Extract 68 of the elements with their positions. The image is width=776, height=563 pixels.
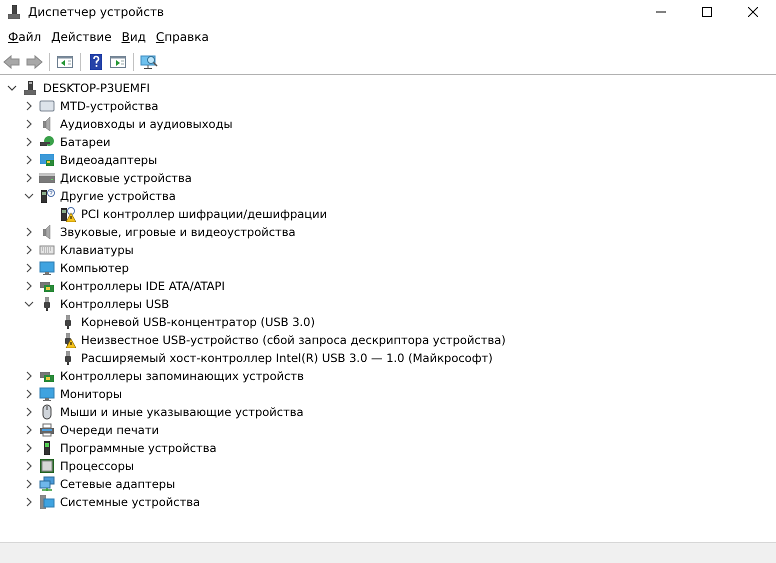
expand-chevron-icon[interactable] [24,155,34,165]
properties-icon[interactable] [56,53,74,71]
tree-item[interactable]: Аудиовходы и аудиовыходы [60,117,233,131]
tree-item[interactable]: Сетевые адаптеры [60,477,176,491]
tree-item[interactable]: Системные устройства [60,495,200,509]
expand-chevron-icon[interactable] [24,443,34,453]
tree-item[interactable]: Клавиатуры [60,243,134,257]
tree-item[interactable]: Процессоры [60,459,134,473]
tree-item[interactable]: Мыши и иные указывающие устройства [60,405,304,419]
system-icon [39,494,55,510]
tree-item[interactable]: Мониторы [60,387,122,401]
maximize-icon [702,7,712,17]
storage-icon [39,98,55,114]
menu-item[interactable]: Действие [46,30,117,44]
menu-item[interactable]: Справка [150,30,214,44]
tree-item[interactable]: Контроллеры IDE ATA/ATAPI [60,279,225,293]
scan-monitor-icon[interactable] [140,53,158,71]
minimize-icon [656,11,666,13]
expand-chevron-icon[interactable] [24,245,34,255]
expand-chevron-icon[interactable] [24,497,34,507]
unknown-icon [39,188,55,204]
network-icon [39,476,55,492]
tree-item[interactable]: PCI контроллер шифрации/дешифрации [81,207,328,221]
expand-chevron-icon[interactable] [24,263,34,273]
expand-chevron-icon[interactable] [24,479,34,489]
expand-chevron-icon[interactable] [24,407,34,417]
expand-chevron-icon[interactable] [24,371,34,381]
tree-item[interactable]: Неизвестное USB-устройство (сбой запроса дескриптора устройства) [81,333,506,347]
display-icon [39,152,55,168]
close-icon [748,7,758,17]
expand-chevron-icon[interactable] [24,425,34,435]
collapse-chevron-icon[interactable] [24,191,34,201]
tree-item[interactable]: Программные устройства [60,441,217,455]
collapse-chevron-icon[interactable] [24,299,34,309]
disk-icon [39,170,55,186]
expand-chevron-icon[interactable] [24,389,34,399]
expand-chevron-icon[interactable] [24,227,34,237]
printer-icon [39,422,55,438]
tree-item[interactable]: Звуковые, игровые и видеоустройства [60,225,296,239]
collapse-chevron-icon[interactable] [7,83,17,93]
tree-item[interactable]: Дисковые устройства [60,171,192,185]
expand-chevron-icon[interactable] [24,101,34,111]
cpu-icon [39,458,55,474]
computer-icon [22,80,38,96]
tree-item[interactable]: DESKTOP-P3UEMFI [43,81,150,95]
view-icon[interactable] [109,53,127,71]
expand-chevron-icon[interactable] [24,137,34,147]
tree-item[interactable]: Компьютер [60,261,129,275]
expand-chevron-icon[interactable] [24,461,34,471]
tree-item[interactable]: Другие устройства [60,189,176,203]
menu-item[interactable]: Вид [116,30,151,44]
device-icon [6,4,22,20]
tree-item[interactable]: Очереди печати [60,423,159,437]
tree-item[interactable]: Контроллеры запоминающих устройств [60,369,304,383]
tree-item[interactable]: Расширяемый хост-контроллер Intel(R) USB 3.0 — 1.0 (Майкрософт) [81,351,493,365]
tree-item[interactable]: Видеоадаптеры [60,153,158,167]
expand-chevron-icon[interactable] [24,173,34,183]
monitor-icon [39,260,55,276]
tree-item[interactable]: Контроллеры USB [60,297,170,311]
tree-item[interactable]: Корневой USB-концентратор (USB 3.0) [81,315,315,329]
tree-item[interactable]: Батареи [60,135,111,149]
window-title: Диспетчер устройств [28,5,164,19]
tree-item[interactable]: MTD-устройства [60,99,158,113]
help-icon[interactable] [87,53,105,71]
monitor-icon [39,386,55,402]
expand-chevron-icon[interactable] [24,281,34,291]
menu-item[interactable]: Файл [3,30,46,44]
expand-chevron-icon[interactable] [24,119,34,129]
